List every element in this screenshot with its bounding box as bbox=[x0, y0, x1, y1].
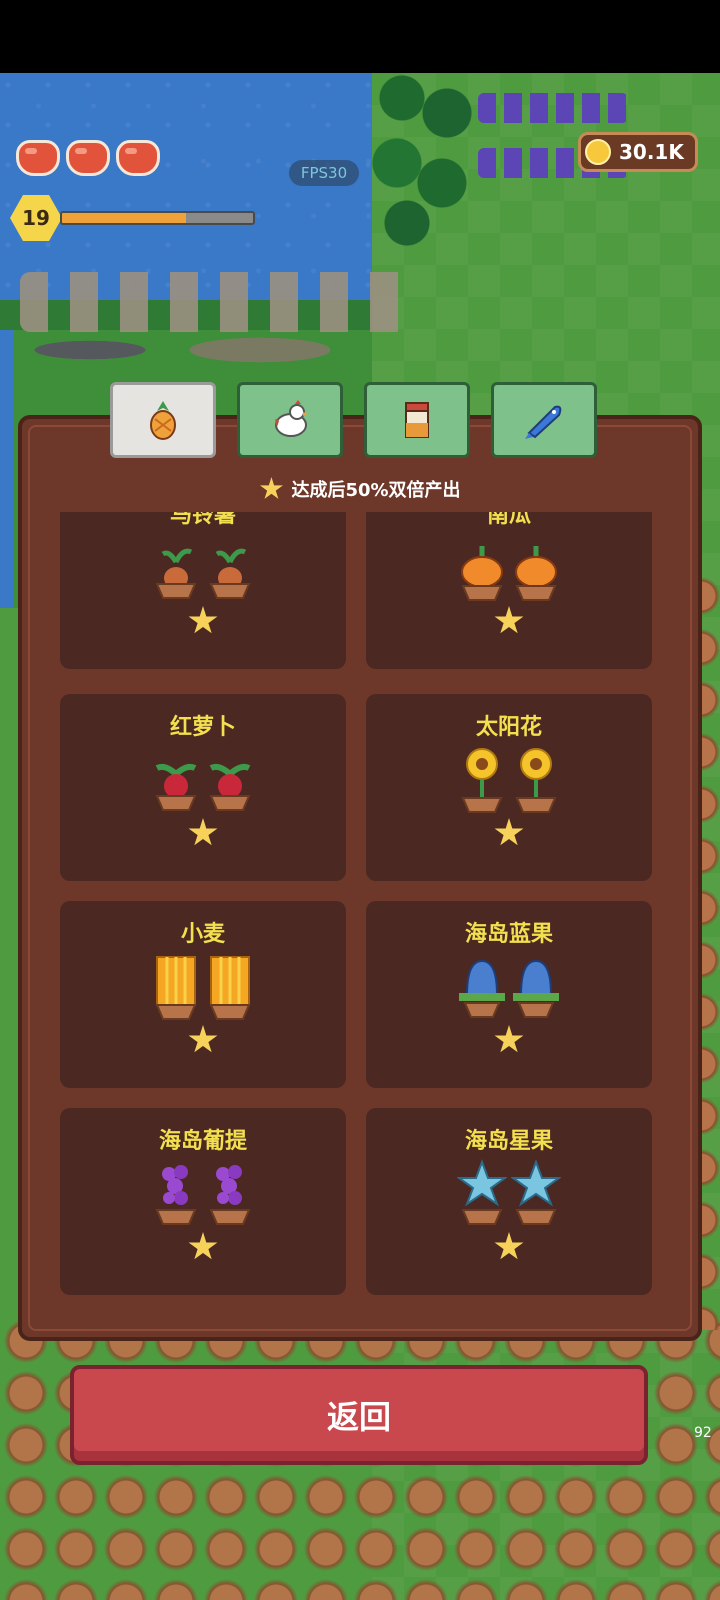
fish-icon bbox=[525, 405, 562, 439]
item-name: 海岛蓝果 bbox=[464, 922, 553, 947]
item-name: 红萝卜 bbox=[169, 715, 236, 740]
item-card-potato[interactable]: 马铃薯 bbox=[60, 512, 346, 669]
coin-counter[interactable]: 30.1K bbox=[578, 132, 698, 172]
chicken-icon bbox=[275, 400, 308, 437]
status-bar bbox=[0, 0, 720, 73]
star-icon bbox=[494, 818, 524, 846]
item-name: 海岛星果 bbox=[464, 1129, 553, 1154]
back-button-label: 返回 bbox=[326, 1398, 391, 1436]
item-card-island-blueberry[interactable]: 海岛蓝果 bbox=[366, 901, 652, 1088]
jar-icon bbox=[405, 402, 429, 438]
health-hearts bbox=[16, 140, 160, 176]
star-icon bbox=[188, 1025, 218, 1053]
pumpkin-icon bbox=[366, 532, 652, 607]
item-name: 海岛葡提 bbox=[158, 1129, 247, 1154]
rocks bbox=[30, 310, 330, 390]
sunflower-icon bbox=[366, 744, 652, 819]
side-counter: 92 bbox=[694, 1425, 712, 1441]
item-name: 太阳花 bbox=[475, 715, 542, 740]
heart-icon bbox=[16, 140, 60, 176]
star-icon bbox=[494, 1025, 524, 1053]
coin-amount: 30.1K bbox=[619, 140, 684, 164]
island-grape-icon bbox=[60, 1158, 346, 1233]
item-card-sunflower[interactable]: 太阳花 bbox=[366, 694, 652, 881]
xp-bar bbox=[60, 211, 255, 225]
bonus-info: 达成后50%双倍产出 bbox=[0, 474, 720, 504]
island-starfruit-icon bbox=[366, 1158, 652, 1233]
item-name: 小麦 bbox=[180, 922, 225, 947]
star-icon bbox=[188, 1232, 218, 1260]
heart-icon bbox=[66, 140, 110, 176]
item-card-radish[interactable]: 红萝卜 bbox=[60, 694, 346, 881]
level-number: 19 bbox=[22, 206, 50, 230]
pineapple-icon bbox=[150, 401, 176, 440]
trees bbox=[372, 73, 472, 253]
item-card-wheat[interactable]: 小麦 bbox=[60, 901, 346, 1088]
item-name: 马铃薯 bbox=[169, 512, 236, 528]
item-card-island-grape[interactable]: 海岛葡提 bbox=[60, 1108, 346, 1295]
star-icon bbox=[494, 606, 524, 634]
item-card-island-starfruit[interactable]: 海岛星果 bbox=[366, 1108, 652, 1295]
tab-crops[interactable] bbox=[110, 382, 216, 458]
item-grid: 马铃薯 南瓜 红萝卜 太阳花 小麦 海岛蓝果 海岛葡提 海岛星果 bbox=[58, 512, 662, 1307]
tab-products[interactable] bbox=[364, 382, 470, 458]
tab-fish[interactable] bbox=[491, 382, 597, 458]
bonus-text: 达成后50%双倍产出 bbox=[291, 480, 461, 501]
water-edge bbox=[0, 318, 14, 608]
radish-icon bbox=[60, 744, 346, 819]
item-card-pumpkin[interactable]: 南瓜 bbox=[366, 512, 652, 669]
star-icon bbox=[188, 606, 218, 634]
back-button[interactable]: 返回 bbox=[70, 1365, 648, 1465]
xp-fill bbox=[62, 213, 187, 223]
star-icon bbox=[259, 477, 283, 499]
lavender-row bbox=[478, 93, 628, 123]
wheat-icon bbox=[60, 951, 346, 1026]
coin-icon bbox=[585, 139, 611, 165]
item-name: 南瓜 bbox=[486, 512, 531, 528]
potato-sprout-icon bbox=[60, 532, 346, 607]
island-blueberry-icon bbox=[366, 951, 652, 1026]
tab-animals[interactable] bbox=[237, 382, 343, 458]
fps-counter: FPS30 bbox=[289, 160, 359, 186]
heart-icon bbox=[116, 140, 160, 176]
star-icon bbox=[188, 818, 218, 846]
star-icon bbox=[494, 1232, 524, 1260]
